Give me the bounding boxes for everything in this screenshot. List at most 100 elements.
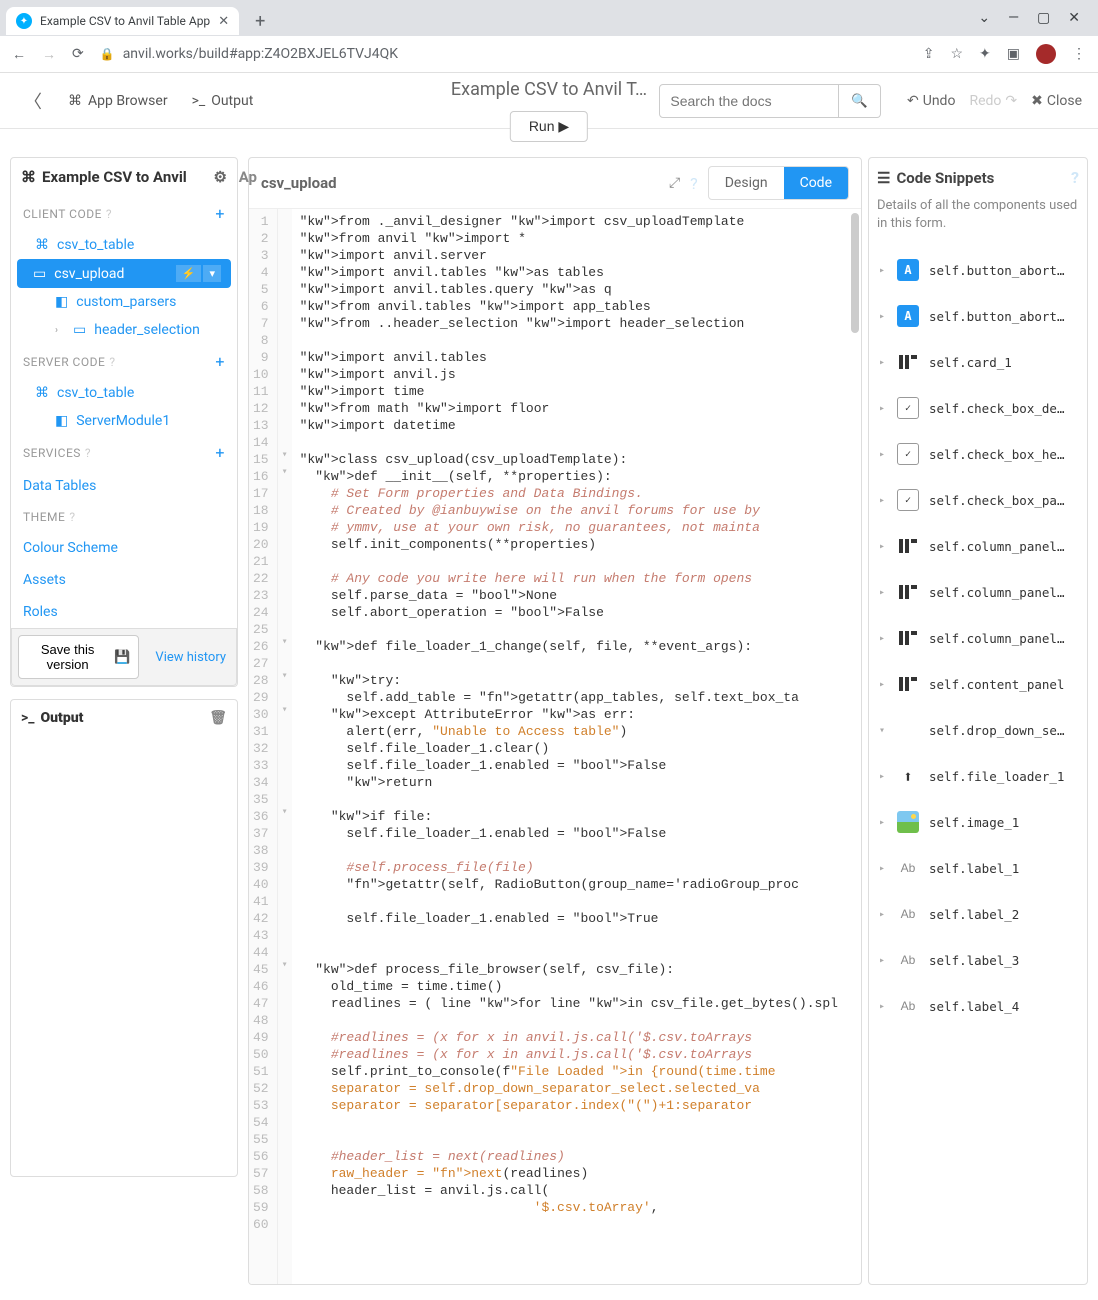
snippet-row[interactable]: ▸✓self.check_box_pau… (877, 477, 1079, 523)
colour-scheme-link[interactable]: Colour Scheme (11, 532, 237, 564)
fold-column[interactable]: ▾ ▾ ▾ ▾ ▾ ▾ ▾ (278, 209, 292, 1284)
editor-title: csv_upload (261, 174, 337, 192)
tree-csv-upload[interactable]: ▭ csv_upload ⚡▾ (17, 259, 231, 288)
roles-link[interactable]: Roles (11, 596, 237, 628)
run-button[interactable]: Run ▶ (510, 111, 588, 142)
data-tables-link[interactable]: Data Tables (11, 470, 237, 502)
panel-component-icon (897, 627, 919, 649)
assets-link[interactable]: Assets (11, 564, 237, 596)
snippet-row[interactable]: ▸⬆self.file_loader_1 (877, 753, 1079, 799)
editor: csv_upload ⤢ ? Design Code 1 2 3 4 5 6 7… (248, 157, 862, 1285)
caret-down-icon[interactable]: ⌄ (978, 10, 990, 26)
editor-scrollbar[interactable] (851, 213, 859, 333)
undo-button[interactable]: ↶Undo (907, 93, 955, 109)
panel-icon[interactable]: ▣ (1007, 46, 1020, 62)
tree-csv-to-table-server[interactable]: ⌘ csv_to_table (11, 379, 237, 407)
toolbar-back-icon[interactable]: 〈 (16, 84, 50, 118)
redo-icon: ↷ (1005, 93, 1017, 109)
snippet-row[interactable]: ▸Aself.button_abort_… (877, 247, 1079, 293)
expand-icon[interactable]: ⤢ (669, 175, 680, 191)
add-service-icon[interactable]: + (215, 443, 225, 462)
undo-icon: ↶ (907, 93, 919, 109)
code-editor[interactable]: 1 2 3 4 5 6 7 8 9 10 11 12 13 14 15 16 1… (249, 209, 861, 1284)
gear-icon[interactable]: ⚙ (214, 168, 227, 186)
redo-button: Redo↷ (969, 93, 1017, 109)
tree-header-selection[interactable]: › ▭ header_selection (11, 316, 237, 344)
snippet-label: self.column_panel_… (929, 631, 1069, 646)
help-icon[interactable]: ? (85, 446, 91, 460)
snippet-row[interactable]: ▸Abself.label_3 (877, 937, 1079, 983)
close-window-icon[interactable]: ✕ (1068, 10, 1080, 26)
chevron-right-icon: ▸ (879, 311, 887, 322)
help-icon[interactable]: ? (69, 510, 75, 524)
snippet-row[interactable]: ▸self.column_panel_… (877, 615, 1079, 661)
design-tab[interactable]: Design (709, 167, 784, 199)
snippet-label: self.button_abort_… (929, 309, 1069, 324)
tree-csv-to-table[interactable]: ⌘ csv_to_table (11, 231, 237, 259)
star-icon[interactable]: ☆ (950, 46, 963, 62)
label-component-icon: Ab (897, 857, 919, 879)
browser-tab[interactable]: ✦ Example CSV to Anvil Table App ✕ (6, 7, 239, 35)
lock-icon[interactable]: 🔒 (100, 47, 115, 61)
close-tab-icon[interactable]: ✕ (218, 14, 229, 29)
snippet-row[interactable]: ▸Abself.label_4 (877, 983, 1079, 1029)
help-icon[interactable]: ? (1071, 168, 1079, 187)
profile-avatar[interactable] (1036, 44, 1056, 64)
snippet-row[interactable]: ▸ Aself.button_abort_… (877, 293, 1079, 339)
add-client-module-icon[interactable]: + (215, 204, 225, 223)
snippet-row[interactable]: ▸self.image_1 (877, 799, 1079, 845)
close-button[interactable]: ✖Close (1031, 93, 1082, 109)
trash-icon[interactable]: 🗑 (209, 710, 227, 726)
chevron-right-icon: ▸ (879, 587, 887, 598)
chevron-right-icon: ▸ (879, 265, 887, 276)
code-snippets-panel: ☰ Code Snippets ? Details of all the com… (868, 157, 1088, 1285)
bolt-icon[interactable]: ⚡ (176, 265, 202, 282)
minimize-icon[interactable]: — (1008, 10, 1019, 26)
save-version-button[interactable]: Save this version💾 (18, 635, 139, 679)
add-server-module-icon[interactable]: + (215, 352, 225, 371)
snippet-row[interactable]: ▸Abself.label_2 (877, 891, 1079, 937)
snippet-label: self.label_1 (929, 861, 1019, 876)
snippet-label: self.file_loader_1 (929, 769, 1064, 784)
view-history-link[interactable]: View history (145, 644, 236, 671)
image-component-icon (897, 811, 919, 833)
services-header: SERVICES? + (11, 435, 237, 470)
browser-chrome: ✦ Example CSV to Anvil Table App ✕ + ⌄ —… (0, 0, 1098, 73)
new-tab-button[interactable]: + (247, 7, 273, 36)
snippet-row[interactable]: ▾self.drop_down_sep… (877, 707, 1079, 753)
snippet-row[interactable]: ▸self.column_panel_1 (877, 523, 1079, 569)
code-lines[interactable]: "kw">from ._anvil_designer "kw">import c… (292, 209, 861, 1284)
reload-icon[interactable]: ⟳ (72, 46, 84, 63)
tree-server-module1[interactable]: ◧ ServerModule1 (11, 407, 237, 435)
snippet-row[interactable]: ▸Abself.label_1 (877, 845, 1079, 891)
panel-component-icon (897, 581, 919, 603)
tree-custom-parsers[interactable]: ◧ custom_parsers (11, 288, 237, 316)
snippet-row[interactable]: ▸self.content_panel (877, 661, 1079, 707)
search-input[interactable] (659, 84, 839, 118)
snippet-row[interactable]: ▸self.column_panel_… (877, 569, 1079, 615)
snippet-label: self.label_4 (929, 999, 1019, 1014)
help-icon[interactable]: ? (106, 207, 112, 221)
back-icon[interactable]: ← (12, 46, 26, 63)
extensions-icon[interactable]: ✦ (979, 46, 991, 62)
chevron-right-icon: ▸ (879, 909, 887, 920)
snippet-row[interactable]: ▸self.card_1 (877, 339, 1079, 385)
help-icon[interactable]: ? (690, 174, 698, 193)
url-text[interactable]: anvil.works/build#app:Z4O2BXJEL6TVJ4QK (123, 46, 398, 62)
caret-icon: › (55, 325, 65, 336)
output-button[interactable]: >_ Output (186, 89, 260, 113)
search-button[interactable]: 🔍 (839, 84, 881, 118)
button-component-icon: A (897, 305, 919, 327)
help-icon[interactable]: ? (109, 355, 115, 369)
snippet-row[interactable]: ▸✓self.check_box_del… (877, 385, 1079, 431)
list-icon: ☰ (877, 169, 890, 187)
maximize-icon[interactable]: ▢ (1037, 10, 1050, 26)
kebab-icon[interactable]: ⋮ (1072, 46, 1086, 62)
code-tab[interactable]: Code (784, 167, 848, 199)
share-icon[interactable]: ⇪ (923, 46, 935, 62)
server-code-header: SERVER CODE? + (11, 344, 237, 379)
app-browser-button[interactable]: ⌘ App Browser (62, 89, 174, 113)
snippet-row[interactable]: ▸✓self.check_box_hea… (877, 431, 1079, 477)
chevron-down-icon[interactable]: ▾ (203, 265, 221, 282)
snippet-label: self.image_1 (929, 815, 1019, 830)
